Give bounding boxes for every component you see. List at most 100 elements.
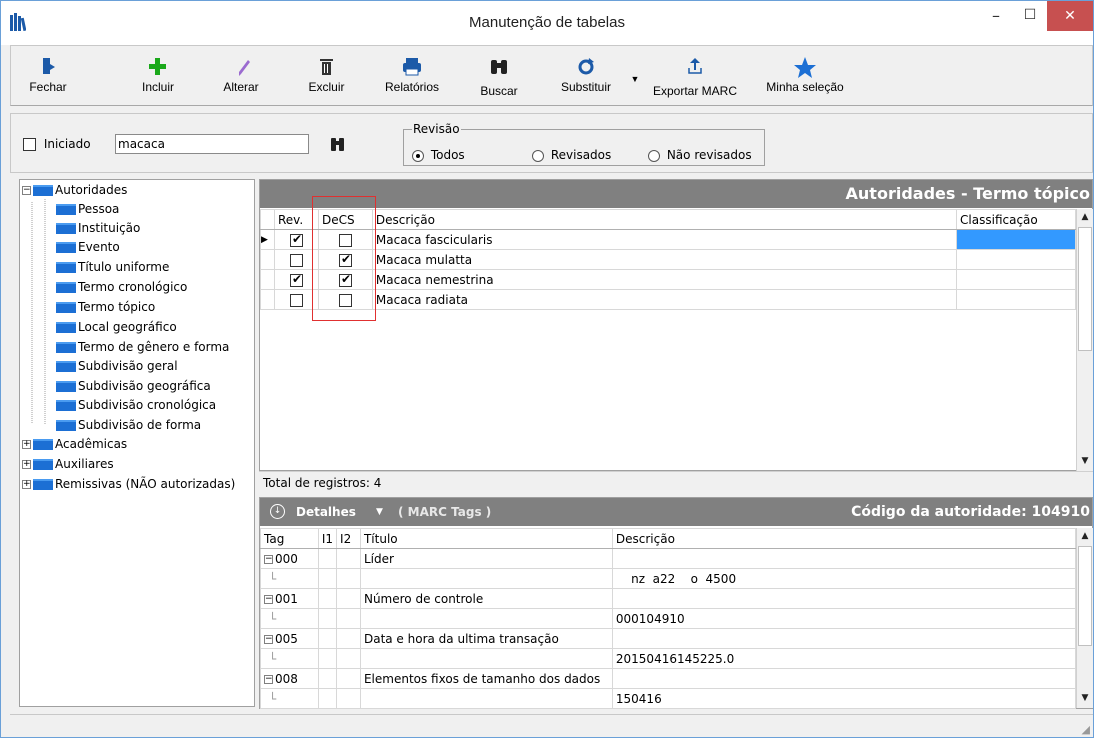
tag-cell[interactable]: −000 [260,548,319,569]
search-input[interactable] [115,134,309,154]
close-button[interactable]: ✕ [1047,1,1093,31]
incluir-button[interactable]: Incluir [123,50,193,102]
iniciado-filter[interactable]: Iniciado [23,137,91,151]
rev-checkbox[interactable] [289,272,303,287]
scroll-thumb[interactable] [1078,227,1092,351]
marc-tags-dropdown[interactable]: ( MARC Tags ) [398,498,491,526]
descricao-cell[interactable]: 20150416145225.0 [611,648,1077,669]
tree-node-subdivisao-geografica[interactable]: Subdivisão geográfica [56,377,211,396]
tree-node-termo-topico[interactable]: Termo tópico [56,298,155,317]
classificacao-cell[interactable] [956,249,1076,270]
radio-nao-revisados-button[interactable] [648,149,660,162]
buscar-button[interactable]: Buscar [469,50,529,102]
relatorios-button[interactable]: Relatórios [377,50,447,102]
i1-cell[interactable] [317,648,338,669]
radio-todos-button[interactable] [412,149,424,162]
rev-checkbox[interactable] [289,232,303,247]
minimize-button[interactable]: – [979,1,1013,31]
excluir-button[interactable]: Excluir [299,50,354,102]
table-row[interactable]: ▶ Macaca fascicularis [260,229,1076,250]
descricao-cell[interactable]: Macaca mulatta [371,249,958,270]
search-binoculars-icon[interactable] [331,136,345,152]
titulo-cell[interactable] [359,608,613,629]
descricao-cell[interactable]: nz a22 o 4500 [611,568,1077,589]
titulo-cell[interactable] [359,648,613,669]
descricao-cell[interactable]: Macaca radiata [371,289,958,310]
i1-cell[interactable] [317,568,338,589]
marc-tag-row[interactable]: −008 Elementos fixos de tamanho dos dado… [260,668,1077,689]
marc-value-row[interactable]: └ 20150416145225.0 [260,648,1077,669]
scroll-up-icon[interactable]: ▲ [1077,209,1093,226]
tree-node-titulo-uniforme[interactable]: Título uniforme [56,258,169,277]
substituir-button[interactable]: Substituir [547,50,625,102]
tree-node-subdivisao-forma[interactable]: Subdivisão de forma [56,416,201,435]
tree-node-evento[interactable]: Evento [56,238,120,257]
tree-node-pessoa[interactable]: Pessoa [56,200,119,219]
scroll-thumb[interactable] [1078,546,1092,646]
tree-node-termo-cronologico[interactable]: Termo cronológico [56,278,187,297]
details-scrollbar[interactable]: ▲ ▼ [1076,528,1093,708]
collapse-icon[interactable]: − [264,554,273,564]
collapse-icon[interactable]: − [22,186,31,195]
i2-cell[interactable] [336,608,361,629]
marc-value-row[interactable]: └ nz a22 o 4500 [260,568,1077,589]
i1-cell[interactable] [317,688,338,709]
scroll-up-icon[interactable]: ▲ [1077,528,1093,545]
expand-icon[interactable]: + [22,480,31,489]
i1-cell[interactable] [317,608,338,629]
radio-revisados[interactable]: Revisados [532,148,611,162]
radio-nao-revisados[interactable]: Não revisados [648,148,752,162]
radio-todos[interactable]: Todos [412,148,465,162]
radio-revisados-button[interactable] [532,149,544,162]
expand-icon[interactable]: + [22,440,31,449]
marc-dropdown-icon[interactable]: ▼ [376,498,383,526]
collapse-icon[interactable]: − [264,594,273,604]
i2-cell[interactable] [336,588,361,609]
iniciado-checkbox[interactable] [23,138,36,151]
descricao-cell[interactable] [611,668,1077,689]
marc-tag-row[interactable]: −001 Número de controle [260,588,1077,609]
column-header-classificacao[interactable]: Classificação [956,209,1076,230]
marc-tag-row[interactable]: −000 Líder [260,548,1077,569]
tree-node-local-geografico[interactable]: Local geográfico [56,318,177,337]
column-header-titulo[interactable]: Título [359,528,613,549]
maximize-button[interactable]: ☐ [1013,1,1047,31]
descricao-cell[interactable]: 000104910 [611,608,1077,629]
tag-cell[interactable]: −008 [260,668,319,689]
tree-node-subdivisao-geral[interactable]: Subdivisão geral [56,357,178,376]
tree-node-autoridades[interactable]: − Autoridades [22,181,127,200]
titulo-cell[interactable] [359,568,613,589]
tree-node-remissivas[interactable]: + Remissivas (NÃO autorizadas) [22,475,235,494]
descricao-cell[interactable] [611,628,1077,649]
rev-checkbox[interactable] [289,253,303,267]
column-header-tag[interactable]: Tag [260,528,319,549]
column-header-descricao[interactable]: Descrição [611,528,1077,549]
descricao-cell[interactable] [611,588,1077,609]
tree-node-subdivisao-cronologica[interactable]: Subdivisão cronológica [56,396,216,415]
collapse-icon[interactable]: − [264,634,273,644]
scroll-down-icon[interactable]: ▼ [1077,690,1093,707]
i2-cell[interactable] [336,548,361,569]
descricao-cell[interactable]: Macaca fascicularis [371,229,958,250]
classificacao-cell[interactable] [956,229,1076,250]
marc-value-row[interactable]: └ 000104910 [260,608,1077,629]
tree-node-instituicao[interactable]: Instituição [56,219,140,238]
column-header-i1[interactable]: I1 [317,528,338,549]
exportar-marc-button[interactable]: Exportar MARC [645,50,745,102]
titulo-cell[interactable]: Número de controle [359,588,613,609]
i1-cell[interactable] [317,628,338,649]
scroll-down-icon[interactable]: ▼ [1077,453,1093,470]
titulo-cell[interactable]: Líder [359,548,613,569]
tree-node-auxiliares[interactable]: + Auxiliares [22,455,114,474]
classificacao-cell[interactable] [956,269,1076,290]
descricao-cell[interactable] [611,548,1077,569]
classificacao-cell[interactable] [956,289,1076,310]
fechar-button[interactable]: Fechar [23,50,73,102]
table-row[interactable]: Macaca radiata [260,289,1076,310]
i2-cell[interactable] [336,648,361,669]
titulo-cell[interactable]: Data e hora da ultima transação [359,628,613,649]
resize-grip-icon[interactable]: ◢ [1082,723,1090,736]
i2-cell[interactable] [336,668,361,689]
grid-scrollbar[interactable]: ▲ ▼ [1076,209,1093,471]
substituir-dropdown[interactable]: ▼ [629,50,641,102]
